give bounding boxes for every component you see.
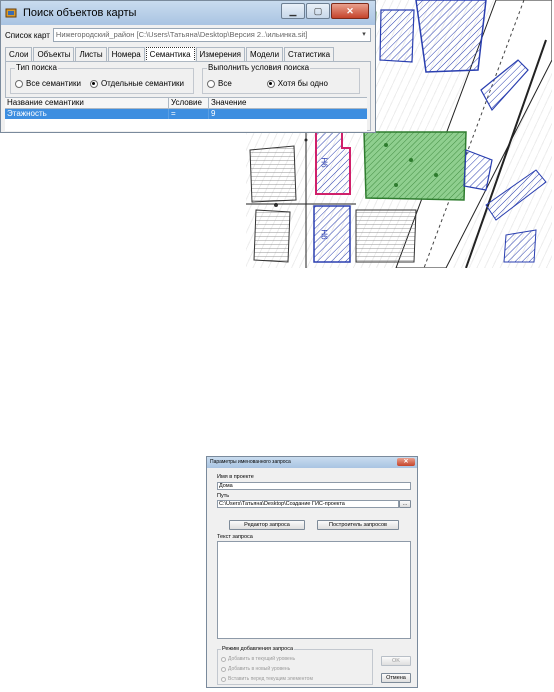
close-button[interactable]: ✕: [331, 3, 369, 19]
tab-models[interactable]: Модели: [246, 47, 284, 61]
radio-insert-before-label: Вставить перед текущим элементом: [228, 676, 313, 682]
table-cell-condition[interactable]: =: [169, 109, 209, 119]
tab-semantics[interactable]: Семантика: [145, 47, 195, 62]
search-condition-legend: Выполнить условия поиска: [207, 63, 311, 72]
add-mode-group: Режим добавления запроса Добавить в теку…: [217, 646, 373, 685]
column-header-condition[interactable]: Условие: [169, 98, 209, 108]
column-header-name[interactable]: Название семантики: [5, 98, 169, 108]
query-builder-button[interactable]: Построитель запросов: [317, 520, 399, 530]
building-label: 9Н: [320, 229, 330, 240]
map-list-select[interactable]: Нижегородский_район [C:\Users\Татьяна\De…: [52, 28, 371, 42]
tab-measurements[interactable]: Измерения: [195, 47, 246, 61]
query-editor-button[interactable]: Редактор запроса: [229, 520, 305, 530]
ok-button[interactable]: OK: [381, 656, 411, 666]
query-text-area[interactable]: [217, 541, 411, 639]
query-params-window: Параметры именованного запроса ✕ Имя в п…: [206, 456, 418, 688]
radio-all-semantics[interactable]: [15, 79, 23, 88]
app-icon: [5, 7, 17, 19]
search-type-group: Тип поиска Все семантики Отдельные семан…: [10, 63, 194, 94]
search-window: Поиск объектов карты ▁ ▢ ✕ Список карт Н…: [0, 0, 376, 133]
radio-add-new-level-label: Добавить в новый уровень: [228, 666, 291, 672]
tab-layers[interactable]: Слои: [5, 47, 33, 61]
close-icon: ✕: [403, 459, 409, 465]
column-header-value[interactable]: Значение: [209, 98, 367, 108]
table-cell-name[interactable]: Этажность: [5, 109, 169, 119]
window-title: Поиск объектов карты: [23, 7, 137, 19]
tab-objects[interactable]: Объекты: [33, 47, 75, 61]
maximize-button[interactable]: ▢: [306, 3, 330, 19]
building-label: 9Н: [320, 157, 330, 168]
map-list-label: Список карт: [5, 30, 50, 40]
tab-sheets[interactable]: Листы: [75, 47, 107, 61]
radio-insert-before[interactable]: [221, 676, 226, 682]
path-label: Путь: [217, 493, 230, 499]
radio-condition-any[interactable]: [266, 79, 275, 88]
radio-all-semantics-label: Все семантики: [26, 79, 81, 88]
add-mode-legend: Режим добавления запроса: [221, 646, 295, 652]
tab-bar: Слои Объекты Листы Номера Семантика Изме…: [1, 47, 375, 62]
path-input[interactable]: C:\Users\Татьяна\Desktop\Создание ГИС-пр…: [217, 500, 399, 508]
radio-separate-semantics-label: Отдельные семантики: [100, 79, 185, 88]
semantics-table: Название семантики Условие Значение Этаж…: [5, 97, 367, 131]
radio-separate-semantics[interactable]: [89, 79, 98, 88]
search-window-titlebar[interactable]: Поиск объектов карты ▁ ▢ ✕: [1, 1, 375, 25]
name-label: Имя в проекте: [217, 474, 254, 480]
close-icon: ✕: [346, 5, 354, 16]
radio-condition-all[interactable]: [207, 79, 215, 88]
chevron-down-icon[interactable]: ▾: [359, 30, 369, 40]
query-text-label: Текст запроса: [217, 534, 253, 540]
table-cell-value[interactable]: 9: [209, 109, 367, 119]
search-condition-group: Выполнить условия поиска Все Хотя бы одн…: [202, 63, 360, 94]
browse-button[interactable]: ...: [399, 500, 411, 508]
query-window-title: Параметры именованного запроса: [210, 459, 291, 465]
maximize-icon: ▢: [313, 5, 323, 16]
radio-condition-all-label: Все: [218, 79, 232, 88]
minimize-icon: ▁: [289, 5, 297, 16]
radio-add-current-level[interactable]: [221, 656, 226, 662]
name-input[interactable]: Дома: [217, 482, 411, 490]
cancel-button[interactable]: Отмена: [381, 673, 411, 683]
radio-add-current-level-label: Добавить в текущий уровень: [228, 656, 296, 662]
close-button[interactable]: ✕: [397, 458, 415, 466]
search-type-legend: Тип поиска: [15, 63, 58, 72]
query-window-titlebar[interactable]: Параметры именованного запроса ✕: [207, 457, 417, 468]
map-list-value: Нижегородский_район [C:\Users\Татьяна\De…: [55, 30, 308, 39]
radio-condition-any-label: Хотя бы одно: [277, 79, 328, 88]
tab-statistics[interactable]: Статистика: [284, 47, 335, 61]
radio-add-new-level[interactable]: [221, 666, 226, 672]
minimize-button[interactable]: ▁: [281, 3, 305, 19]
tab-numbers[interactable]: Номера: [107, 47, 145, 61]
table-row[interactable]: Этажность = 9: [5, 109, 367, 119]
